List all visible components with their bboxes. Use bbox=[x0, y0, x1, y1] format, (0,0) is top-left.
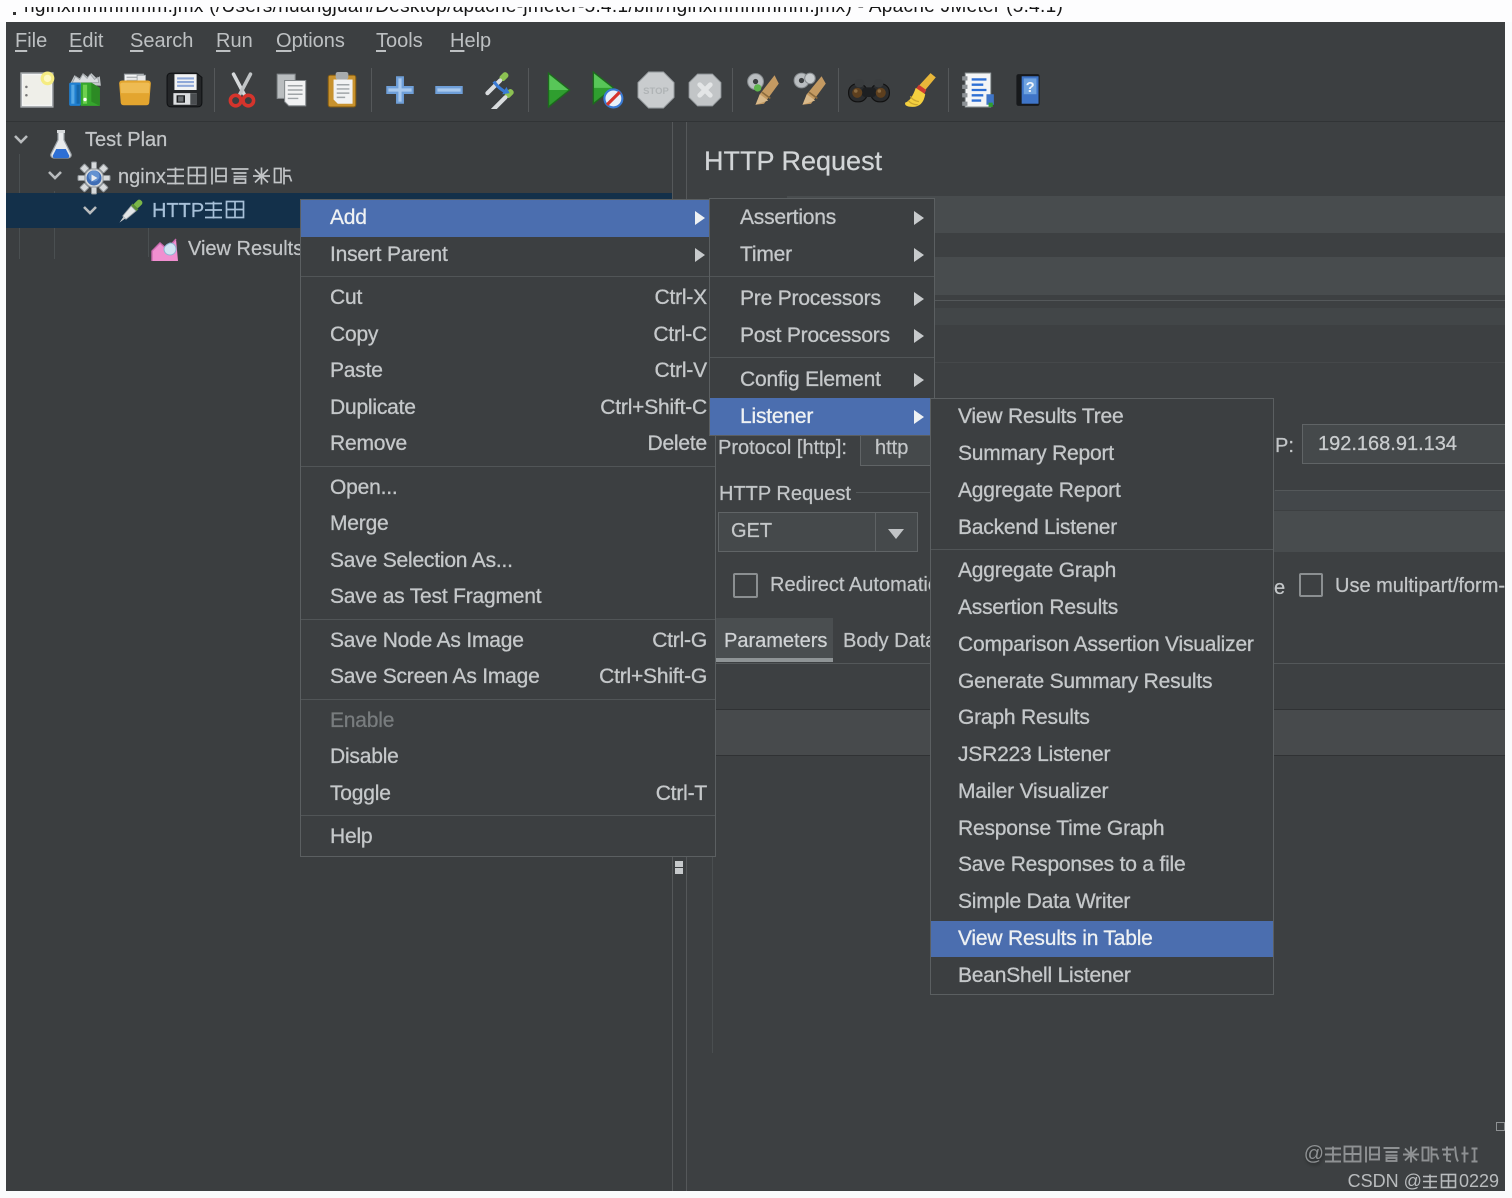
svg-text:STOP: STOP bbox=[643, 86, 669, 97]
svg-text:?: ? bbox=[1026, 80, 1035, 96]
